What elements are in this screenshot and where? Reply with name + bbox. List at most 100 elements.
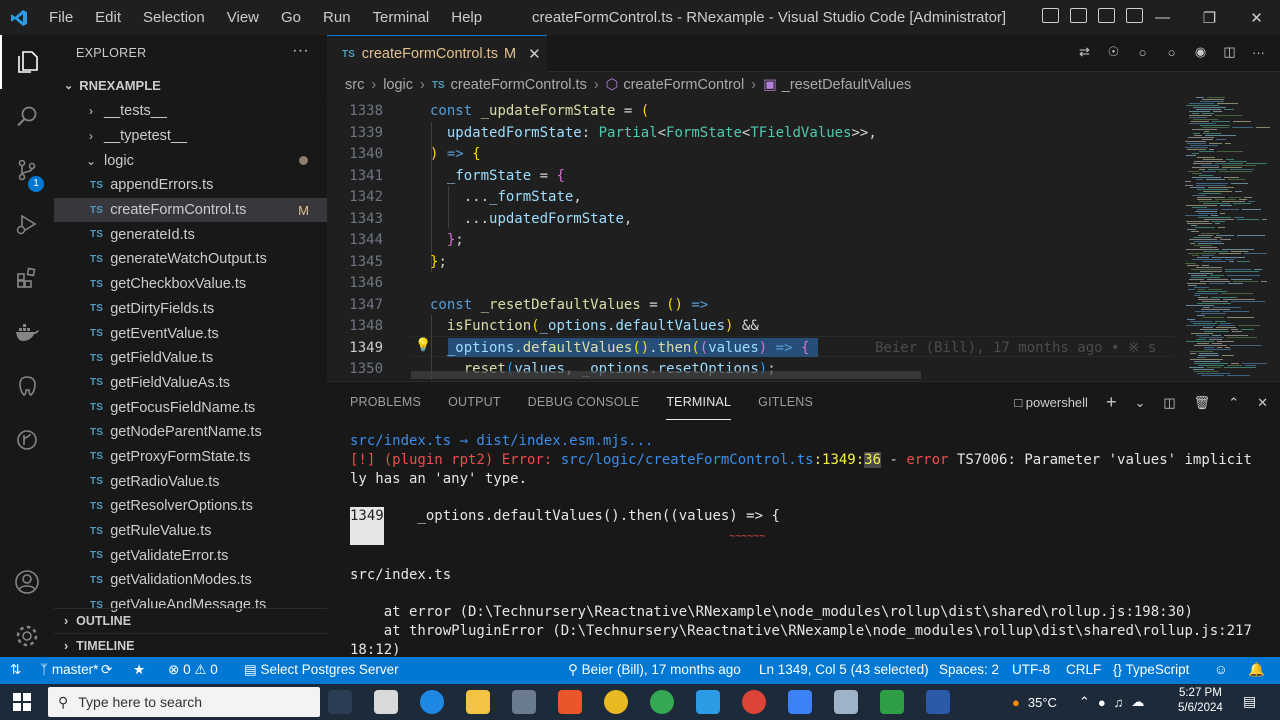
- feedback-icon[interactable]: ☺: [1214, 662, 1228, 677]
- tree-file-getnodeparentname[interactable]: TS getNodeParentName.ts: [54, 420, 327, 445]
- weather-icon[interactable]: ●: [1012, 695, 1020, 710]
- notification-center-icon[interactable]: ▤: [1243, 693, 1256, 710]
- tab-output[interactable]: OUTPUT: [448, 395, 501, 409]
- new-terminal-icon[interactable]: +: [1106, 392, 1117, 413]
- tree-file-getvalidateerror[interactable]: TS getValidateError.ts: [54, 543, 327, 568]
- tab-terminal[interactable]: TERMINAL: [666, 395, 731, 420]
- chevron-down-icon[interactable]: ⌄: [1134, 395, 1145, 411]
- problems-indicator[interactable]: ⊗ 0 ⚠ 0: [168, 662, 218, 678]
- menu-edit[interactable]: Edit: [84, 9, 132, 26]
- split-terminal-icon[interactable]: ◫: [1163, 395, 1175, 411]
- tree-file-getcheckboxvalue[interactable]: TS getCheckboxValue.ts: [54, 272, 327, 297]
- menu-go[interactable]: Go: [270, 9, 312, 26]
- task-view-icon[interactable]: [328, 690, 352, 714]
- taskbar-search[interactable]: ⚲ Type here to search: [48, 687, 320, 717]
- tab-debug-console[interactable]: DEBUG CONSOLE: [528, 395, 640, 409]
- app-green-icon[interactable]: [880, 690, 904, 714]
- outline-section[interactable]: › OUTLINE: [54, 608, 327, 632]
- tab-problems[interactable]: PROBLEMS: [350, 395, 421, 409]
- close-icon[interactable]: ✕: [1233, 0, 1280, 35]
- chrome-profile-icon[interactable]: [650, 690, 674, 714]
- lightbulb-icon[interactable]: 💡: [415, 338, 431, 353]
- open-changes-icon[interactable]: ☉: [1104, 43, 1123, 61]
- notifications-bell-icon[interactable]: 🔔: [1248, 662, 1265, 678]
- toggle-panel-icon[interactable]: [1070, 8, 1087, 23]
- terminal-output[interactable]: src/index.ts → dist/index.esm.mjs... [!]…: [350, 432, 1270, 660]
- indentation[interactable]: Spaces: 2: [939, 662, 999, 677]
- breadcrumb-function[interactable]: createFormControl: [623, 77, 744, 93]
- search-icon[interactable]: [0, 89, 54, 143]
- postgres-server-selector[interactable]: ▤ Select Postgres Server: [244, 662, 399, 678]
- extensions-icon[interactable]: [0, 251, 54, 305]
- line-ending[interactable]: CRLF: [1066, 662, 1101, 677]
- split-editor-icon[interactable]: ◫: [1220, 43, 1239, 61]
- powershell-icon[interactable]: [926, 690, 950, 714]
- gitlens-inspect-icon[interactable]: ◉: [1191, 43, 1210, 61]
- menu-terminal[interactable]: Terminal: [362, 9, 441, 26]
- sync-icon[interactable]: ⟳: [101, 662, 112, 678]
- tab-createformcontrol[interactable]: TS createFormControl.ts M ✕: [327, 35, 547, 72]
- explorer-icon[interactable]: [0, 35, 54, 89]
- compare-changes-icon[interactable]: ⇄: [1075, 43, 1094, 61]
- clock[interactable]: 5:27 PM 5/6/2024: [1178, 686, 1223, 716]
- horizontal-scrollbar[interactable]: [411, 371, 921, 379]
- tab-close-icon[interactable]: ✕: [528, 45, 541, 63]
- code-editor[interactable]: 1338 1339 1340 1341 1342 1343 1344 1345 1346 1347…: [327, 101, 1280, 380]
- docker-icon[interactable]: [0, 305, 54, 359]
- brave-icon[interactable]: [558, 690, 582, 714]
- tree-folder-logic[interactable]: ⌄ logic: [54, 148, 327, 173]
- menu-help[interactable]: Help: [440, 9, 493, 26]
- tree-file-generateid[interactable]: TS generateId.ts: [54, 222, 327, 247]
- remote-indicator-icon[interactable]: ⇅: [10, 662, 21, 678]
- app-icon[interactable]: [512, 690, 536, 714]
- trash-icon[interactable]: 🗑: [1194, 395, 1211, 411]
- tree-file-getdirtyfields[interactable]: TS getDirtyFields.ts: [54, 297, 327, 322]
- tree-folder-tests[interactable]: › __tests__: [54, 99, 327, 124]
- close-panel-icon[interactable]: ✕: [1257, 395, 1268, 411]
- app-star-icon[interactable]: [788, 690, 812, 714]
- tree-file-getfieldvalueas[interactable]: TS getFieldValueAs.ts: [54, 371, 327, 396]
- notepad-icon[interactable]: [374, 690, 398, 714]
- encoding[interactable]: UTF-8: [1012, 662, 1050, 677]
- timeline-section[interactable]: › TIMELINE: [54, 633, 327, 657]
- app-notes-icon[interactable]: [834, 690, 858, 714]
- maximize-panel-icon[interactable]: ⌃: [1228, 395, 1239, 411]
- language-mode[interactable]: {} TypeScript: [1113, 662, 1189, 677]
- source-control-icon[interactable]: 1: [0, 143, 54, 197]
- toggle-primary-sidebar-icon[interactable]: [1042, 8, 1059, 23]
- breadcrumb-symbol[interactable]: _resetDefaultValues: [782, 77, 912, 93]
- menu-run[interactable]: Run: [312, 9, 362, 26]
- tree-file-getfieldvalue[interactable]: TS getFieldValue.ts: [54, 346, 327, 371]
- tree-file-createformcontrol[interactable]: TS createFormControl.ts M: [54, 197, 327, 223]
- tree-file-getvalidationmodes[interactable]: TS getValidationModes.ts: [54, 568, 327, 593]
- tree-file-getrulevalue[interactable]: TS getRuleValue.ts: [54, 519, 327, 544]
- tree-file-getfocusfieldname[interactable]: TS getFocusFieldName.ts: [54, 395, 327, 420]
- chrome-alt-icon[interactable]: [742, 690, 766, 714]
- blame-indicator[interactable]: ⚲ Beier (Bill), 17 months ago: [568, 662, 741, 678]
- cursor-position[interactable]: Ln 1349, Col 5 (43 selected): [759, 662, 929, 677]
- breadcrumb-file[interactable]: createFormControl.ts: [451, 77, 587, 93]
- tree-file-geteventvalue[interactable]: TS getEventValue.ts: [54, 321, 327, 346]
- chrome-icon[interactable]: [604, 690, 628, 714]
- tray-overflow-icon[interactable]: ⌃: [1079, 694, 1090, 710]
- accounts-icon[interactable]: [0, 555, 54, 609]
- next-change-icon[interactable]: ○: [1162, 43, 1181, 61]
- temperature[interactable]: 35°C: [1028, 695, 1057, 710]
- previous-change-icon[interactable]: ○: [1133, 43, 1152, 61]
- project-folder[interactable]: ⌄ RNEXAMPLE: [54, 71, 327, 99]
- windows-start-icon[interactable]: [0, 684, 44, 720]
- tree-file-generatewatchoutput[interactable]: TS generateWatchOutput.ts: [54, 247, 327, 272]
- mic-icon[interactable]: ●: [1098, 695, 1106, 710]
- manage-gear-icon[interactable]: [0, 609, 54, 663]
- tree-file-getradiovalue[interactable]: TS getRadioValue.ts: [54, 469, 327, 494]
- more-actions-icon[interactable]: ···: [292, 42, 309, 60]
- tree-file-appenderrors[interactable]: TS appendErrors.ts: [54, 173, 327, 198]
- onedrive-icon[interactable]: ☁: [1131, 694, 1144, 710]
- tree-file-getproxyformstate[interactable]: TS getProxyFormState.ts: [54, 445, 327, 470]
- menu-view[interactable]: View: [216, 9, 270, 26]
- more-editor-actions-icon[interactable]: ···: [1249, 43, 1268, 61]
- vscode-taskbar-icon[interactable]: [696, 690, 720, 714]
- tree-file-getresolveroptions[interactable]: TS getResolverOptions.ts: [54, 494, 327, 519]
- tree-folder-typetest[interactable]: › __typetest__: [54, 124, 327, 149]
- restore-icon[interactable]: ❐: [1186, 0, 1233, 35]
